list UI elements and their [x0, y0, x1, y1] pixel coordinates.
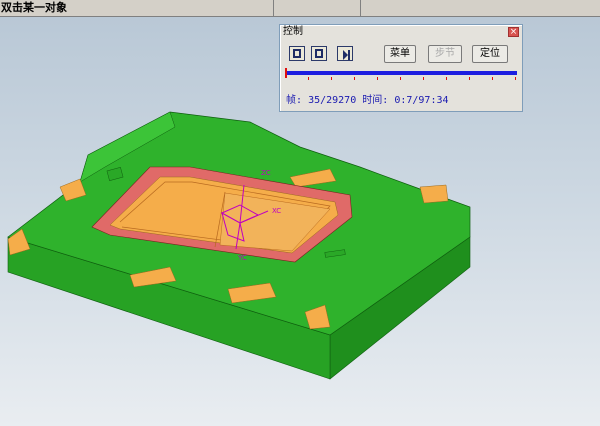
frame-value: 35/29270 [308, 95, 357, 106]
status-cell [274, 0, 361, 16]
progress-tick [377, 77, 378, 80]
status-bar: 双击某一对象 [0, 0, 600, 17]
xc-axis-label: XC [272, 207, 281, 215]
locate-button[interactable]: 定位 [472, 45, 508, 63]
pause-icon[interactable] [311, 46, 327, 61]
progress-tick [515, 77, 516, 80]
progress-tick [331, 77, 332, 80]
progress-track[interactable] [285, 71, 517, 75]
progress-tick [446, 77, 447, 80]
time-value: 0:7/97:34 [394, 95, 449, 106]
corner-pocket [419, 184, 449, 204]
status-prompt: 双击某一对象 [0, 0, 274, 16]
stop-icon[interactable] [289, 46, 305, 61]
progress-tick [354, 77, 355, 80]
frame-label: 帧: [286, 95, 303, 106]
progress-tick [469, 77, 470, 80]
progress-thumb[interactable] [285, 68, 288, 78]
step-button[interactable]: 步节 [428, 45, 462, 63]
time-label: 时间: [362, 95, 389, 106]
step-forward-icon[interactable] [337, 46, 353, 61]
progress-tick [308, 77, 309, 80]
control-panel: 控制 × 菜单 步节 定位 帧: 35/29270 时间: 0:7/97:34 [279, 24, 523, 112]
close-icon[interactable]: × [508, 27, 519, 37]
panel-title: 控制 [283, 26, 303, 37]
frame-info: 帧: 35/29270 时间: 0:7/97:34 [286, 91, 449, 106]
zc-axis-label: ZC [261, 169, 271, 177]
progress-tick [423, 77, 424, 80]
progress-tick [492, 77, 493, 80]
yc-axis-label: YC [237, 254, 247, 262]
progress-tick [400, 77, 401, 80]
status-cell [362, 0, 600, 16]
menu-button[interactable]: 菜单 [384, 45, 416, 63]
